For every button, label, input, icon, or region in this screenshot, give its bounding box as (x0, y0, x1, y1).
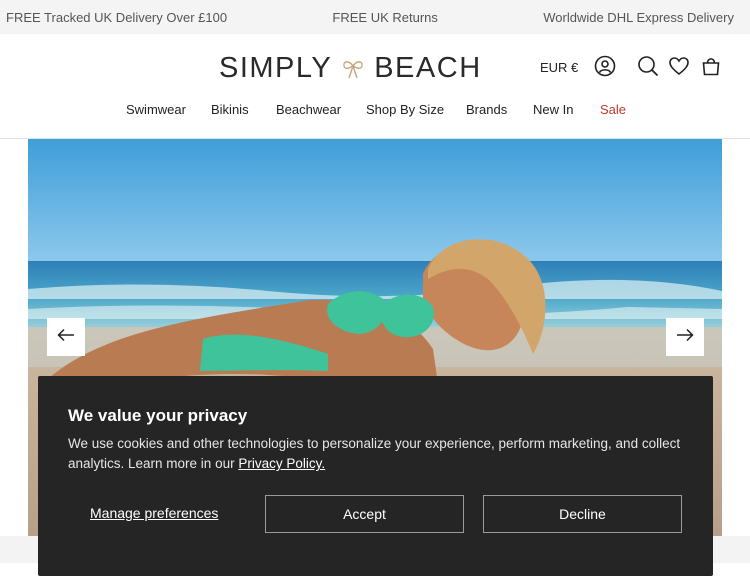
carousel-prev-button[interactable] (47, 318, 85, 356)
decline-button[interactable]: Decline (483, 495, 682, 533)
account-icon[interactable] (593, 54, 617, 78)
nav-item-new-in[interactable]: New In (533, 102, 573, 117)
site-logo[interactable]: SIMPLY BEACH (219, 48, 482, 88)
announcement-bar: FREE Tracked UK Delivery Over £100 FREE … (0, 0, 750, 34)
nav-item-shop-by-size[interactable]: Shop By Size (366, 102, 444, 117)
search-icon[interactable] (636, 54, 660, 78)
logo-text-right: BEACH (374, 51, 482, 84)
nav-item-sale[interactable]: Sale (600, 102, 626, 117)
site-header: SIMPLY BEACH EUR € Swimwear Bikinis Beac… (0, 34, 750, 139)
announcement-delivery: FREE Tracked UK Delivery Over £100 (6, 9, 228, 25)
manage-preferences-link[interactable]: Manage preferences (90, 505, 218, 521)
bow-icon (340, 55, 366, 81)
privacy-policy-link[interactable]: Privacy Policy. (238, 456, 325, 471)
announcement-worldwide: Worldwide DHL Express Delivery (543, 9, 734, 25)
cookie-description-text: We use cookies and other technologies to… (68, 436, 681, 471)
arrow-right-icon (676, 328, 694, 347)
nav-item-beachwear[interactable]: Beachwear (276, 102, 341, 117)
cookie-consent-banner: We value your privacy We use cookies and… (38, 376, 713, 576)
nav-item-brands[interactable]: Brands (466, 102, 507, 117)
cookie-title: We value your privacy (68, 406, 248, 425)
announcement-returns: FREE UK Returns (332, 9, 438, 25)
main-navigation: Swimwear Bikinis Beachwear Shop By Size … (0, 102, 750, 122)
carousel-next-button[interactable] (666, 318, 704, 356)
wishlist-heart-icon[interactable] (667, 54, 691, 78)
shopping-bag-icon[interactable] (699, 54, 723, 78)
arrow-left-icon (57, 328, 75, 347)
logo-text-left: SIMPLY (219, 51, 333, 84)
nav-item-swimwear[interactable]: Swimwear (126, 102, 186, 117)
currency-selector[interactable]: EUR € (540, 60, 578, 75)
cookie-description: We use cookies and other technologies to… (68, 434, 688, 474)
nav-item-bikinis[interactable]: Bikinis (211, 102, 249, 117)
accept-button[interactable]: Accept (265, 495, 464, 533)
